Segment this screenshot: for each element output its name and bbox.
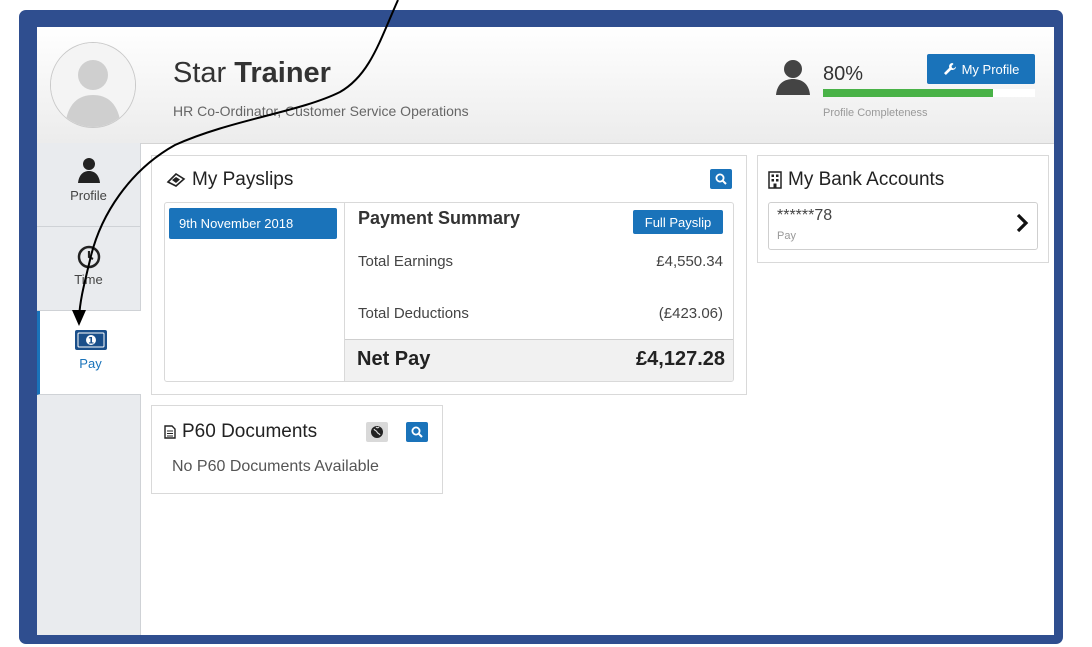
sidebar-item-label: Pay	[79, 356, 102, 371]
avatar-placeholder-icon	[51, 43, 135, 127]
sidebar-item-pay[interactable]: 1 Pay	[37, 311, 141, 395]
p60-title-text: P60 Documents	[182, 421, 318, 442]
payment-summary-title: Payment Summary	[358, 208, 521, 228]
bank-accounts-panel: My Bank Accounts ******78 Pay	[757, 155, 1049, 263]
payslips-title: My Payslips	[166, 169, 293, 191]
sidebar-item-time[interactable]: Time	[37, 227, 140, 311]
document-icon	[164, 425, 176, 439]
payslips-search-button[interactable]	[710, 169, 732, 189]
payslip-summary-box: 9th November 2018 Payment Summary Full P…	[164, 202, 734, 382]
net-pay-row: Net Pay £4,127.28	[345, 339, 733, 381]
bank-accounts-title: My Bank Accounts	[768, 169, 944, 191]
avatar	[50, 42, 136, 128]
payslip-date-list: 9th November 2018	[165, 203, 345, 381]
sidebar-item-profile[interactable]: Profile	[37, 143, 140, 227]
sidebar: Profile Time 1 Pay	[37, 143, 141, 635]
full-payslip-button[interactable]: Full Payslip	[633, 210, 723, 234]
payslips-title-text: My Payslips	[192, 169, 294, 190]
building-icon	[768, 171, 782, 189]
clock-icon	[77, 245, 100, 269]
employee-name: Star Trainer	[173, 57, 331, 90]
p60-globe-button[interactable]	[366, 422, 388, 442]
profile-progress-fill	[823, 89, 993, 97]
sidebar-item-label: Profile	[70, 188, 107, 203]
app-window: Star Trainer HR Co-Ordinator, Customer S…	[37, 27, 1054, 635]
bank-account-number: ******78	[777, 207, 833, 224]
globe-icon	[371, 426, 383, 438]
payslips-panel: My Payslips 9th November 2018 Payment Su…	[151, 155, 747, 395]
total-earnings-label: Total Earnings	[358, 253, 454, 270]
p60-search-button[interactable]	[406, 422, 428, 442]
payslip-ticket-icon	[166, 173, 186, 187]
bank-accounts-title-text: My Bank Accounts	[788, 169, 945, 190]
profile-percent: 80%	[823, 63, 864, 85]
p60-empty-message: No P60 Documents Available	[172, 458, 379, 475]
chevron-right-icon	[1016, 213, 1029, 233]
search-icon	[411, 426, 423, 438]
total-deductions-label: Total Deductions	[358, 305, 469, 322]
net-pay-value: £4,127.28	[636, 348, 725, 370]
p60-panel: P60 Documents No P60 Documents Available	[151, 405, 443, 494]
payslip-date-item[interactable]: 9th November 2018	[169, 208, 337, 239]
search-icon	[715, 173, 727, 185]
person-icon	[776, 60, 810, 95]
sidebar-item-label: Time	[74, 272, 103, 287]
employee-role: HR Co-Ordinator, Customer Service Operat…	[173, 103, 469, 119]
user-icon	[77, 158, 100, 183]
wrench-icon	[943, 63, 956, 75]
bank-account-type: Pay	[777, 230, 796, 242]
svg-text:1: 1	[87, 337, 93, 347]
profile-header: Star Trainer HR Co-Ordinator, Customer S…	[37, 27, 1054, 144]
bank-account-item[interactable]: ******78 Pay	[768, 202, 1038, 250]
total-deductions-value: (£423.06)	[658, 305, 723, 322]
my-profile-button[interactable]: My Profile	[927, 54, 1035, 84]
profile-completeness-label: Profile Completeness	[823, 107, 928, 119]
profile-progress-bar	[823, 89, 1035, 97]
p60-title: P60 Documents	[164, 421, 317, 443]
last-name: Trainer	[234, 57, 331, 89]
money-icon: 1	[74, 330, 107, 350]
my-profile-label: My Profile	[961, 61, 1020, 77]
first-name: Star	[173, 57, 227, 89]
net-pay-label: Net Pay	[357, 348, 431, 370]
total-earnings-value: £4,550.34	[656, 253, 723, 270]
